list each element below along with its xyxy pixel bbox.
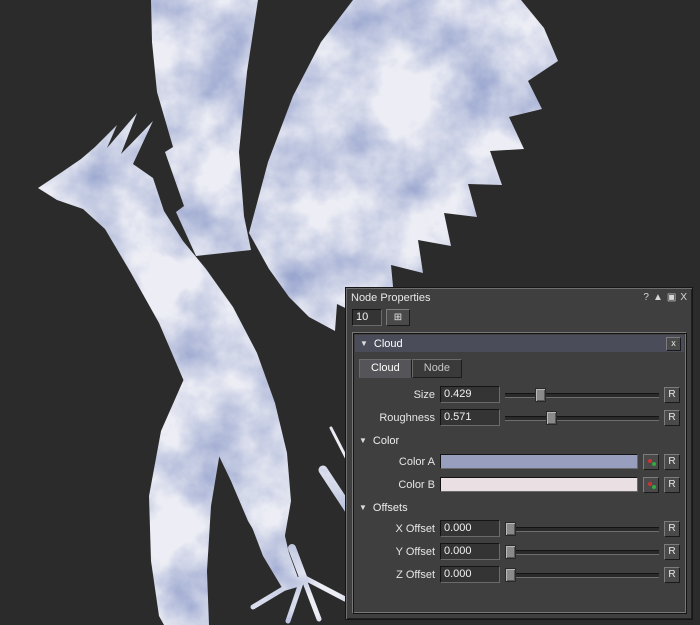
slider-handle[interactable]	[546, 411, 557, 425]
size-reset-button[interactable]: R	[664, 387, 680, 403]
node-tabs: Cloud Node	[359, 359, 680, 378]
z-offset-value-field[interactable]: 0.000	[440, 566, 500, 583]
tab-cloud[interactable]: Cloud	[359, 359, 412, 378]
z-offset-slider[interactable]	[505, 567, 659, 583]
size-slider[interactable]	[505, 387, 659, 403]
slider-track	[505, 550, 659, 555]
color-a-label: Color A	[359, 456, 435, 468]
offset-row-z: Z Offset 0.000 R	[359, 565, 680, 584]
color-a-picker-button[interactable]	[643, 454, 659, 470]
collapse-triangle-icon[interactable]: ▼	[359, 436, 367, 445]
y-offset-value-field[interactable]: 0.000	[440, 543, 500, 560]
offset-row-y: Y Offset 0.000 R	[359, 542, 680, 561]
slider-track	[505, 573, 659, 578]
roughness-reset-button[interactable]: R	[664, 410, 680, 426]
y-offset-slider[interactable]	[505, 544, 659, 560]
cloud-node-header[interactable]: ▼ Cloud x	[355, 335, 684, 352]
slider-track	[505, 416, 659, 421]
x-offset-label: X Offset	[359, 523, 435, 535]
roughness-label: Roughness	[359, 412, 435, 424]
cloud-node-group: ▼ Cloud x Cloud Node Size 0.429 R Rou	[352, 332, 687, 614]
color-b-swatch[interactable]	[440, 477, 638, 492]
detach-icon[interactable]: ▣	[667, 292, 676, 304]
slider-track	[505, 527, 659, 532]
color-b-label: Color B	[359, 479, 435, 491]
color-b-picker-button[interactable]	[643, 477, 659, 493]
color-row-b: Color B R	[359, 475, 680, 494]
offsets-section-title: Offsets	[373, 502, 408, 514]
close-icon[interactable]: X	[680, 292, 687, 304]
node-title: Cloud	[374, 338, 403, 350]
x-offset-slider[interactable]	[505, 521, 659, 537]
param-row-size: Size 0.429 R	[359, 385, 680, 404]
y-offset-label: Y Offset	[359, 546, 435, 558]
param-row-roughness: Roughness 0.571 R	[359, 408, 680, 427]
viewport-3d[interactable]: Node Properties ? ▲ ▣ X ⊞ ▼ Cloud x Clou…	[0, 0, 700, 625]
slider-handle[interactable]	[505, 545, 516, 559]
shade-icon[interactable]: ▲	[653, 292, 663, 304]
color-a-reset-button[interactable]: R	[664, 454, 680, 470]
z-offset-reset-button[interactable]: R	[664, 567, 680, 583]
roughness-value-field[interactable]: 0.571	[440, 409, 500, 426]
slider-handle[interactable]	[535, 388, 546, 402]
size-value-field[interactable]: 0.429	[440, 386, 500, 403]
offset-row-x: X Offset 0.000 R	[359, 519, 680, 538]
remove-node-button[interactable]: x	[666, 337, 681, 351]
tab-node[interactable]: Node	[412, 359, 462, 378]
color-b-reset-button[interactable]: R	[664, 477, 680, 493]
grid-icon: ⊞	[394, 312, 402, 323]
slider-handle[interactable]	[505, 522, 516, 536]
slider-handle[interactable]	[505, 568, 516, 582]
offsets-section-header[interactable]: ▼ Offsets	[359, 500, 680, 515]
color-section-header[interactable]: ▼ Color	[359, 433, 680, 448]
x-offset-value-field[interactable]: 0.000	[440, 520, 500, 537]
collapse-triangle-icon[interactable]: ▼	[359, 503, 367, 512]
apply-button[interactable]: ⊞	[386, 309, 410, 326]
x-offset-reset-button[interactable]: R	[664, 521, 680, 537]
y-offset-reset-button[interactable]: R	[664, 544, 680, 560]
slider-track	[505, 393, 659, 398]
color-section-title: Color	[373, 435, 399, 447]
color-row-a: Color A R	[359, 452, 680, 471]
node-index-row: ⊞	[352, 309, 687, 326]
color-wheel-icon	[648, 482, 652, 486]
size-label: Size	[359, 389, 435, 401]
help-icon[interactable]: ?	[643, 292, 649, 304]
z-offset-label: Z Offset	[359, 569, 435, 581]
titlebar-icons: ? ▲ ▣ X	[643, 292, 687, 304]
color-wheel-icon	[648, 459, 652, 463]
node-index-input[interactable]	[352, 309, 382, 326]
collapse-triangle-icon[interactable]: ▼	[360, 339, 368, 348]
node-properties-panel: Node Properties ? ▲ ▣ X ⊞ ▼ Cloud x Clou…	[345, 287, 693, 620]
color-a-swatch[interactable]	[440, 454, 638, 469]
panel-title: Node Properties	[351, 292, 643, 304]
panel-titlebar[interactable]: Node Properties ? ▲ ▣ X	[351, 290, 687, 305]
roughness-slider[interactable]	[505, 410, 659, 426]
